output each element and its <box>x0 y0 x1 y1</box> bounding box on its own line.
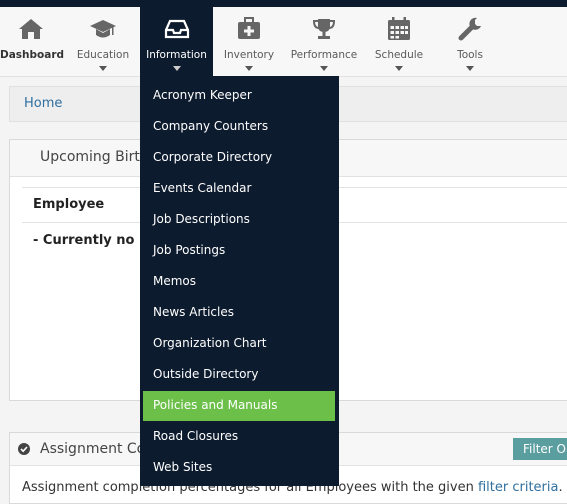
home-icon <box>19 19 43 39</box>
menu-item-road-closures[interactable]: Road Closures <box>143 422 335 452</box>
medkit-icon <box>238 17 260 39</box>
menu-item-organization-chart[interactable]: Organization Chart <box>143 329 335 359</box>
nav-label: Information <box>146 49 207 61</box>
menu-item-web-sites[interactable]: Web Sites <box>143 453 335 483</box>
check-circle-icon <box>18 443 30 455</box>
menu-item-label: Job Descriptions <box>153 212 250 226</box>
menu-item-label: Memos <box>153 274 197 288</box>
menu-item-label: Road Closures <box>153 429 239 443</box>
menu-item-label: Policies and Manuals <box>153 398 278 412</box>
column-header-employee[interactable]: Employee <box>33 197 104 212</box>
menu-item-job-descriptions[interactable]: Job Descriptions <box>143 205 335 235</box>
nav-dashboard[interactable]: Dashboard <box>0 7 65 76</box>
chevron-down-icon <box>99 66 107 71</box>
wrench-icon <box>458 17 481 41</box>
nav-label: Inventory <box>223 49 275 61</box>
menu-item-label: Company Counters <box>153 119 269 133</box>
menu-item-acronym-keeper[interactable]: Acronym Keeper <box>143 81 335 111</box>
breadcrumb-home-link[interactable]: Home <box>24 96 62 111</box>
panel-title: Assignment Co <box>40 441 146 457</box>
menu-item-label: Outside Directory <box>153 367 259 381</box>
menu-item-label: Web Sites <box>153 460 213 474</box>
menu-item-label: Acronym Keeper <box>153 88 252 102</box>
menu-item-events-calendar[interactable]: Events Calendar <box>143 174 335 204</box>
nav-inventory[interactable]: Inventory <box>218 7 280 76</box>
menu-item-news-articles[interactable]: News Articles <box>143 298 335 328</box>
menu-item-memos[interactable]: Memos <box>143 267 335 297</box>
menu-item-label: Events Calendar <box>153 181 252 195</box>
nav-education[interactable]: Education <box>72 7 134 76</box>
nav-label: Performance <box>290 49 358 61</box>
menu-item-label: Organization Chart <box>153 336 267 350</box>
menu-item-label: News Articles <box>153 305 234 319</box>
nav-tools[interactable]: Tools <box>439 7 501 76</box>
filter-criteria-link[interactable]: filter criteria <box>478 480 559 495</box>
menu-item-company-counters[interactable]: Company Counters <box>143 112 335 142</box>
menu-item-corporate-directory[interactable]: Corporate Directory <box>143 143 335 173</box>
menu-item-job-postings[interactable]: Job Postings <box>143 236 335 266</box>
empty-message: - Currently no up <box>33 233 158 248</box>
chevron-down-icon <box>395 66 403 71</box>
trophy-icon <box>312 19 336 39</box>
inbox-icon <box>164 19 189 39</box>
chevron-down-icon <box>245 66 253 71</box>
menu-item-outside-directory[interactable]: Outside Directory <box>143 360 335 390</box>
nav-label: Tools <box>457 49 483 61</box>
filter-options-button[interactable]: Filter Op <box>513 438 567 460</box>
nav-performance[interactable]: Performance <box>288 7 360 76</box>
description-end: . <box>558 480 563 495</box>
chevron-down-icon <box>172 66 181 71</box>
main-nav: Dashboard Education Information Inventor… <box>0 7 567 77</box>
nav-label: Education <box>76 49 130 61</box>
menu-item-policies-and-manuals[interactable]: Policies and Manuals <box>143 391 335 421</box>
chevron-down-icon <box>320 66 328 71</box>
nav-schedule[interactable]: Schedule <box>368 7 430 76</box>
nav-label: Dashboard <box>0 49 65 61</box>
nav-label: Schedule <box>374 49 424 61</box>
information-dropdown-menu: Acronym Keeper Company Counters Corporat… <box>140 76 339 486</box>
panel-title: Upcoming Birth <box>40 149 149 165</box>
nav-information[interactable]: Information <box>140 7 213 76</box>
menu-item-label: Job Postings <box>153 243 226 257</box>
graduation-cap-icon <box>90 20 116 38</box>
menu-item-label: Corporate Directory <box>153 150 273 164</box>
top-strip <box>0 0 567 7</box>
calendar-icon <box>388 17 410 40</box>
chevron-down-icon <box>466 66 474 71</box>
